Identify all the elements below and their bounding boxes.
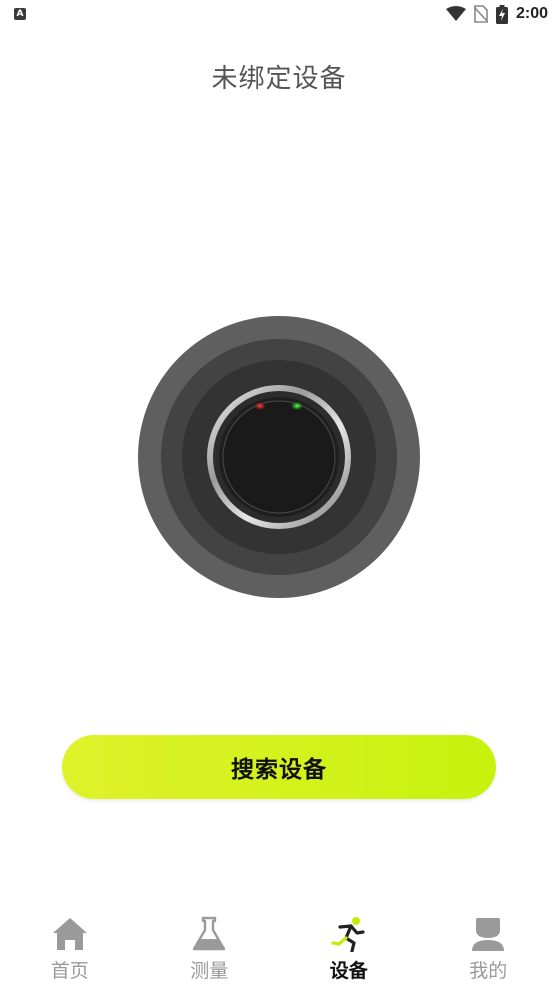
- status-icons: 2:00: [445, 4, 548, 24]
- tab-device-label: 设备: [329, 960, 368, 982]
- user-icon: [472, 918, 505, 951]
- page-title: 未绑定设备: [211, 64, 347, 94]
- home-icon: [52, 918, 87, 950]
- tab-home-label: 首页: [50, 960, 89, 982]
- tab-measure-label: 测量: [190, 960, 229, 982]
- tab-mine-label: 我的: [469, 960, 508, 982]
- flask-icon: [193, 916, 226, 951]
- bottom-tab-bar: 首页 测量 设备 我的: [0, 902, 558, 992]
- no-sim-icon: [473, 5, 488, 23]
- notification-a-icon: A: [14, 8, 26, 20]
- status-time: 2:00: [515, 5, 548, 22]
- svg-text:· · · · · ·: · · · · · ·: [272, 387, 286, 392]
- running-person-icon: [331, 917, 365, 952]
- tab-measure[interactable]: 测量: [140, 902, 280, 992]
- tab-mine[interactable]: 我的: [419, 902, 558, 992]
- smart-ring-icon: · · · · · ·: [138, 316, 420, 598]
- wifi-icon: [445, 6, 466, 21]
- search-device-button[interactable]: 搜索设备: [62, 735, 496, 799]
- tab-device[interactable]: 设备: [279, 902, 419, 992]
- status-bar: A 2:00: [0, 0, 558, 30]
- battery-charging-icon: [495, 4, 508, 24]
- tab-home[interactable]: 首页: [0, 902, 140, 992]
- search-device-label: 搜索设备: [231, 757, 327, 783]
